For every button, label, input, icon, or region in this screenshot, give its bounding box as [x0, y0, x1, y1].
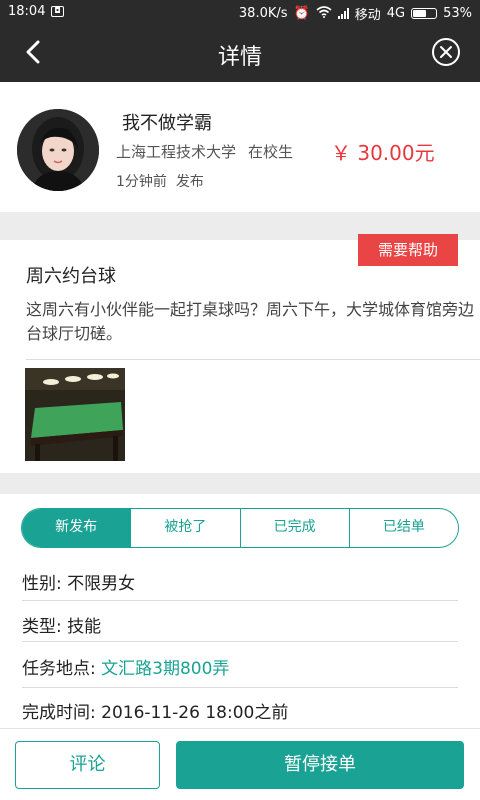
type-value: 技能 [67, 617, 102, 637]
tab-new[interactable]: 新发布 [22, 509, 132, 547]
school-name: 上海工程技术大学 [116, 143, 237, 161]
network-type: 4G [386, 6, 406, 21]
page-title: 详情 [217, 45, 262, 70]
type-row: 类型: 技能 [22, 612, 101, 637]
deadline-row: 完成时间: 2016-11-26 18:00之前 [22, 698, 288, 723]
location-link[interactable]: 文汇路3期800弄 [101, 659, 229, 679]
title-bar: 详情 [0, 24, 480, 82]
tab-closed[interactable]: 已结单 [350, 509, 458, 547]
tab-taken[interactable]: 被抢了 [131, 509, 241, 547]
alarm-icon: ⏰ [293, 6, 310, 21]
posted-label: 发布 [175, 174, 204, 190]
type-label: 类型: [22, 617, 62, 637]
gender-label: 性别: [22, 574, 62, 594]
comment-button[interactable]: 评论 [15, 741, 160, 789]
avatar[interactable] [17, 109, 99, 191]
divider [22, 641, 458, 642]
pause-orders-button[interactable]: 暂停接单 [176, 741, 464, 789]
gender-value: 不限男女 [67, 574, 136, 594]
task-type-badge: 需要帮助 [358, 234, 458, 266]
location-label: 任务地点: [22, 659, 96, 679]
battery-icon [411, 8, 438, 19]
posted-time: 1分钟前 发布 [116, 171, 204, 191]
carrier-name: 移动 [354, 8, 381, 23]
status-right: 38.0K/s ⏰ 移动 4G 53% [239, 4, 472, 23]
student-status: 在校生 [248, 143, 294, 161]
publisher-card: 我不做学霸 上海工程技术大学 在校生 ￥ 30.00元 1分钟前 发布 [0, 82, 480, 212]
status-tabs: 新发布 被抢了 已完成 已结单 [21, 508, 459, 548]
divider [22, 600, 458, 601]
battery-percent: 53% [443, 6, 472, 21]
deadline-value: 2016-11-26 18:00之前 [101, 703, 289, 723]
task-description: 这周六有小伙伴能一起打桌球吗？周六下午，大学城体育馆旁边台球厅切磋。 [26, 300, 475, 343]
task-details-card: 新发布 被抢了 已完成 已结单 性别: 不限男女 类型: 技能 任务地点: 文汇… [0, 494, 480, 728]
tab-completed[interactable]: 已完成 [241, 509, 350, 547]
divider [26, 359, 480, 360]
reward-price: ￥ 30.00元 [331, 141, 435, 165]
gender-row: 性别: 不限男女 [22, 569, 135, 594]
school-info: 上海工程技术大学 在校生 [116, 141, 305, 162]
location-row: 任务地点: 文汇路3期800弄 [22, 654, 229, 679]
status-time: 18:04 [8, 4, 46, 19]
deadline-label: 完成时间: [22, 703, 96, 723]
signal-icon [337, 8, 349, 19]
bottom-action-bar: 评论 暂停接单 [0, 728, 480, 800]
sd-card-icon: ◘ [51, 6, 64, 17]
username: 我不做学霸 [122, 113, 212, 134]
task-title: 周六约台球 [26, 266, 116, 287]
close-icon [440, 46, 452, 58]
network-speed: 38.0K/s [238, 6, 288, 21]
wifi-icon [316, 5, 332, 22]
close-button[interactable] [432, 38, 460, 66]
posted-time-value: 1分钟前 [116, 174, 167, 190]
divider [22, 687, 458, 688]
status-bar: 18:04 ◘ 38.0K/s ⏰ 移动 4G 53% [0, 0, 480, 24]
task-photo-thumbnail[interactable] [25, 368, 125, 461]
task-card: 需要帮助 周六约台球 这周六有小伙伴能一起打桌球吗？周六下午，大学城体育馆旁边台… [0, 234, 480, 473]
